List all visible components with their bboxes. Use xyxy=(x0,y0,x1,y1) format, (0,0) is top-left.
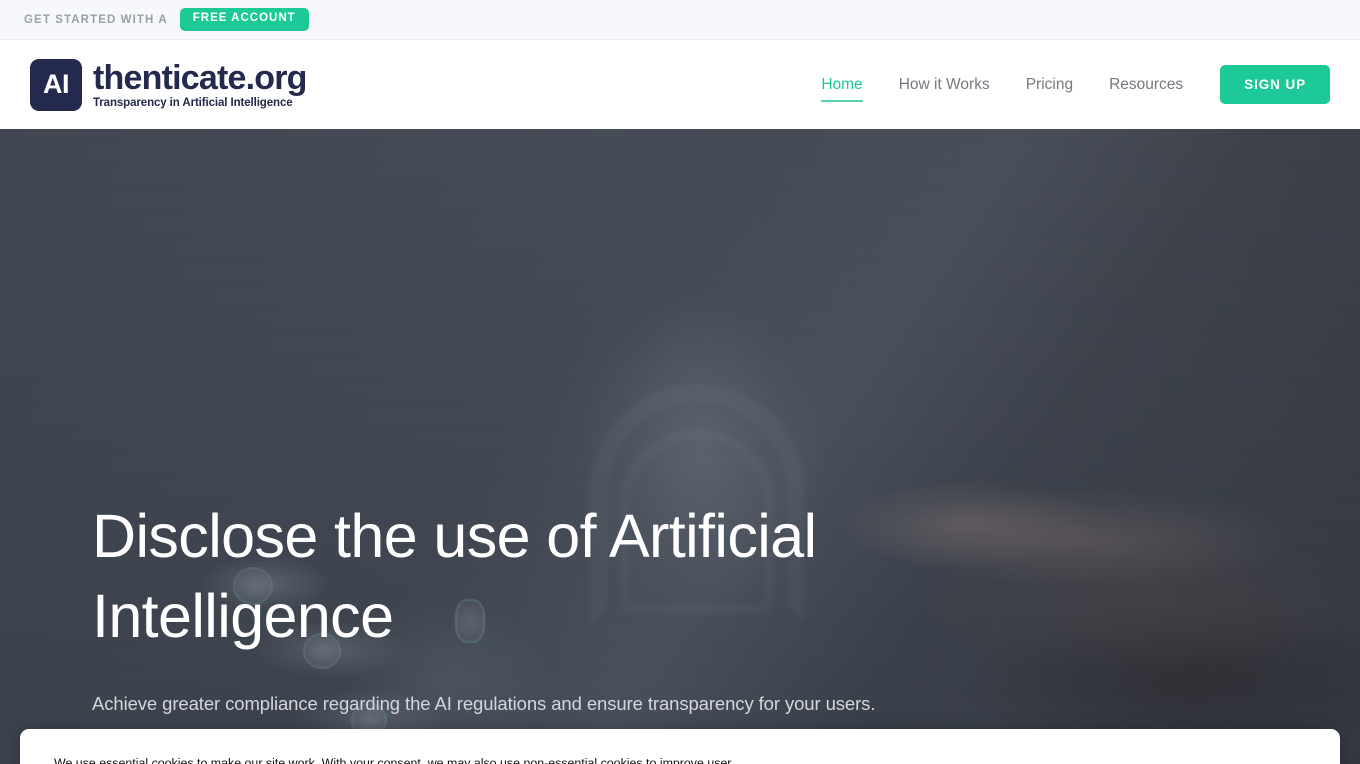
nav-link-home[interactable]: Home xyxy=(803,77,880,102)
announcement-bar: GET STARTED WITH A FREE ACCOUNT xyxy=(0,0,1360,40)
hero-heading: Disclose the use of Artificial Intellige… xyxy=(92,502,817,650)
sign-up-button[interactable]: SIGN UP xyxy=(1220,64,1330,105)
announcement-text: GET STARTED WITH A xyxy=(24,13,168,26)
nav-link-how-it-works[interactable]: How it Works xyxy=(881,77,1008,93)
cookie-consent-banner: We use essential cookies to make our sit… xyxy=(20,729,1340,764)
logo-tagline: Transparency in Artificial Intelligence xyxy=(93,97,293,110)
logo-mark-text: AI xyxy=(43,69,70,99)
site-header: AI thenticate.org Transparency in Artifi… xyxy=(0,40,1360,129)
hero-content: Disclose the use of Artificial Intellige… xyxy=(92,497,1052,756)
logo-wordmark: thenticate.org xyxy=(93,58,307,97)
free-account-button[interactable]: FREE ACCOUNT xyxy=(179,8,309,31)
main-nav: Home How it Works Pricing Resources SIGN… xyxy=(803,64,1330,105)
logo[interactable]: AI thenticate.org Transparency in Artifi… xyxy=(30,58,307,111)
logo-text-block: thenticate.org Transparency in Artificia… xyxy=(93,60,307,109)
cookie-banner-text: We use essential cookies to make our sit… xyxy=(54,752,793,764)
hero-subtitle-line-1: Achieve greater compliance regarding the… xyxy=(92,692,876,714)
hero-section: Disclose the use of Artificial Intellige… xyxy=(0,129,1360,764)
nav-link-resources[interactable]: Resources xyxy=(1091,77,1201,93)
cookie-text-part-1: We use essential cookies to make our sit… xyxy=(54,756,732,764)
logo-mark-icon: AI xyxy=(30,58,82,111)
nav-link-pricing[interactable]: Pricing xyxy=(1008,77,1091,93)
